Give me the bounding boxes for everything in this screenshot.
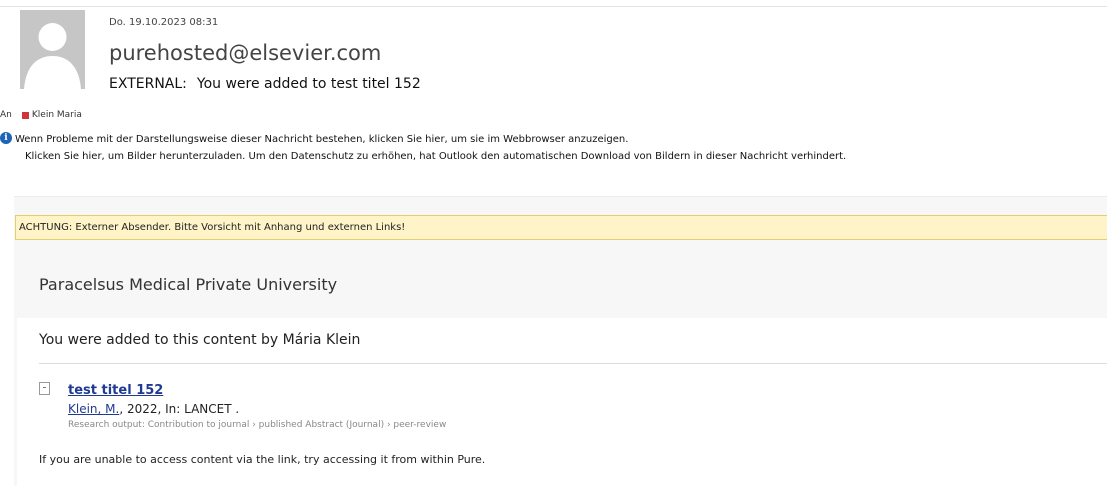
document-icon bbox=[39, 382, 50, 395]
download-images-notice[interactable]: Klicken Sie hier, um Bilder herunterzula… bbox=[25, 148, 846, 165]
research-output-type: Research output: Contribution to journal… bbox=[68, 420, 447, 430]
contact-status-icon bbox=[21, 111, 29, 119]
content-citation: Klein, M., 2022, In: LANCET . bbox=[68, 402, 239, 416]
view-in-browser-notice[interactable]: Wenn Probleme mit der Darstellungsweise … bbox=[15, 131, 628, 148]
to-label: An bbox=[0, 110, 12, 120]
external-sender-warning: ACHTUNG: Externer Absender. Bitte Vorsic… bbox=[15, 215, 1107, 240]
access-note: If you are unable to access content via … bbox=[39, 453, 486, 466]
content-card: You were added to this content by Mária … bbox=[17, 318, 1107, 486]
added-by-heading: You were added to this content by Mária … bbox=[39, 332, 361, 348]
sent-date: Do. 19.10.2023 08:31 bbox=[109, 17, 219, 28]
recipient-name[interactable]: Klein Maria bbox=[32, 110, 82, 120]
top-divider bbox=[0, 6, 1107, 7]
sender-address[interactable]: purehosted@elsevier.com bbox=[109, 41, 381, 65]
author-link[interactable]: Klein, M. bbox=[68, 402, 119, 416]
info-icon: i bbox=[0, 132, 12, 144]
subject-external-tag: EXTERNAL: bbox=[109, 76, 187, 92]
citation-details: , 2022, In: LANCET . bbox=[119, 402, 240, 416]
recipient-row: An Klein Maria bbox=[0, 110, 82, 120]
university-name: Paracelsus Medical Private University bbox=[39, 275, 338, 294]
card-divider bbox=[39, 363, 1107, 364]
sender-avatar-icon bbox=[20, 10, 85, 89]
subject-text: You were added to test titel 152 bbox=[196, 76, 421, 92]
content-title-link[interactable]: test titel 152 bbox=[68, 383, 163, 398]
email-subject: EXTERNAL: You were added to test titel 15… bbox=[109, 76, 421, 92]
